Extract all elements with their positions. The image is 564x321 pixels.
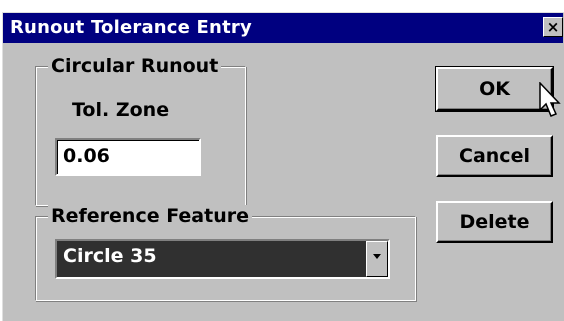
arrow-pointer-icon <box>539 82 561 117</box>
reference-feature-group: Reference Feature Circle 35 <box>35 205 416 301</box>
delete-button[interactable]: Delete <box>436 201 553 243</box>
reference-feature-selected: Circle 35 <box>63 245 157 267</box>
cancel-button[interactable]: Cancel <box>436 135 553 177</box>
window-title: Runout Tolerance Entry <box>10 17 252 38</box>
circular-runout-group: Circular Runout Tol. Zone 0.06 <box>35 55 246 206</box>
title-bar[interactable]: Runout Tolerance Entry × <box>3 13 563 43</box>
reference-feature-legend: Reference Feature <box>48 205 252 227</box>
close-icon[interactable]: × <box>543 17 563 37</box>
reference-feature-select[interactable]: Circle 35 <box>55 239 390 279</box>
circular-runout-legend: Circular Runout <box>48 55 222 77</box>
tol-zone-label: Tol. Zone <box>72 99 170 121</box>
ok-button[interactable]: OK <box>435 66 554 112</box>
chevron-down-icon[interactable] <box>366 241 388 277</box>
runout-tolerance-dialog: Runout Tolerance Entry × Circular Runout… <box>2 12 564 321</box>
tol-zone-input[interactable]: 0.06 <box>55 138 201 176</box>
